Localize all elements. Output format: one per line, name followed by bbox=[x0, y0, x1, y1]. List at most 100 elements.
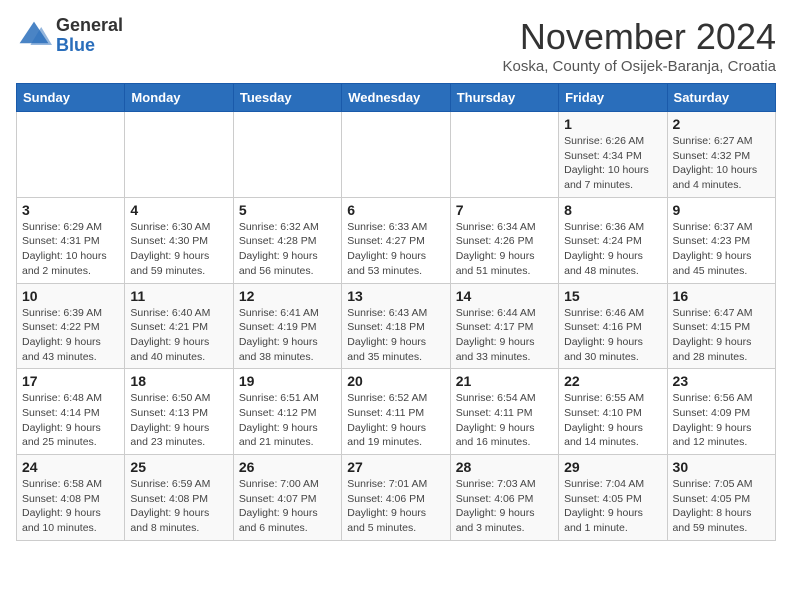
day-header-tuesday: Tuesday bbox=[233, 84, 341, 112]
day-info: Sunrise: 6:47 AM Sunset: 4:15 PM Dayligh… bbox=[673, 306, 770, 365]
day-number: 11 bbox=[130, 288, 227, 304]
calendar-table: SundayMondayTuesdayWednesdayThursdayFrid… bbox=[16, 83, 776, 541]
day-number: 25 bbox=[130, 459, 227, 475]
calendar-cell: 26 Sunrise: 7:00 AM Sunset: 4:07 PM Dayli… bbox=[233, 455, 341, 541]
day-header-friday: Friday bbox=[559, 84, 667, 112]
calendar-cell: 18 Sunrise: 6:50 AM Sunset: 4:13 PM Dayli… bbox=[125, 369, 233, 455]
day-info: Sunrise: 6:55 AM Sunset: 4:10 PM Dayligh… bbox=[564, 391, 661, 450]
title-area: November 2024 Koska, County of Osijek-Ba… bbox=[503, 16, 776, 75]
calendar-cell: 4Sunrise: 6:30 AM Sunset: 4:30 PM Daylig… bbox=[125, 197, 233, 283]
subtitle: Koska, County of Osijek-Baranja, Croatia bbox=[503, 58, 776, 75]
day-info: Sunrise: 6:33 AM Sunset: 4:27 PM Dayligh… bbox=[347, 220, 444, 279]
day-number: 3 bbox=[22, 202, 119, 218]
day-info: Sunrise: 6:34 AM Sunset: 4:26 PM Dayligh… bbox=[456, 220, 553, 279]
calendar-cell: 12 Sunrise: 6:41 AM Sunset: 4:19 PM Dayli… bbox=[233, 283, 341, 369]
day-number: 29 bbox=[564, 459, 661, 475]
day-info: Sunrise: 6:56 AM Sunset: 4:09 PM Dayligh… bbox=[673, 391, 770, 450]
calendar-week-1: 3 Sunrise: 6:29 AM Sunset: 4:31 PM Daylig… bbox=[17, 197, 776, 283]
day-info: Sunrise: 7:03 AM Sunset: 4:06 PM Dayligh… bbox=[456, 477, 553, 536]
day-number: 24 bbox=[22, 459, 119, 475]
day-info: Sunrise: 6:50 AM Sunset: 4:13 PM Dayligh… bbox=[130, 391, 227, 450]
day-number: 23 bbox=[673, 373, 770, 389]
calendar-cell: 17 Sunrise: 6:48 AM Sunset: 4:14 PM Dayli… bbox=[17, 369, 125, 455]
day-info: Sunrise: 6:59 AM Sunset: 4:08 PM Dayligh… bbox=[130, 477, 227, 536]
calendar-cell bbox=[450, 112, 558, 198]
calendar-cell: 22 Sunrise: 6:55 AM Sunset: 4:10 PM Dayli… bbox=[559, 369, 667, 455]
calendar-cell: 10 Sunrise: 6:39 AM Sunset: 4:22 PM Dayli… bbox=[17, 283, 125, 369]
day-header-saturday: Saturday bbox=[667, 84, 775, 112]
day-info: Sunrise: 6:51 AM Sunset: 4:12 PM Dayligh… bbox=[239, 391, 336, 450]
day-info: Sunrise: 7:01 AM Sunset: 4:06 PM Dayligh… bbox=[347, 477, 444, 536]
calendar-cell: 13Sunrise: 6:43 AM Sunset: 4:18 PM Dayli… bbox=[342, 283, 450, 369]
calendar-cell: 27 Sunrise: 7:01 AM Sunset: 4:06 PM Dayli… bbox=[342, 455, 450, 541]
day-number: 18 bbox=[130, 373, 227, 389]
day-number: 5 bbox=[239, 202, 336, 218]
day-number: 1 bbox=[564, 116, 661, 132]
day-number: 21 bbox=[456, 373, 553, 389]
calendar-cell: 11Sunrise: 6:40 AM Sunset: 4:21 PM Dayli… bbox=[125, 283, 233, 369]
day-number: 16 bbox=[673, 288, 770, 304]
day-info: Sunrise: 6:44 AM Sunset: 4:17 PM Dayligh… bbox=[456, 306, 553, 365]
day-header-monday: Monday bbox=[125, 84, 233, 112]
day-info: Sunrise: 6:54 AM Sunset: 4:11 PM Dayligh… bbox=[456, 391, 553, 450]
day-number: 17 bbox=[22, 373, 119, 389]
day-number: 12 bbox=[239, 288, 336, 304]
day-number: 30 bbox=[673, 459, 770, 475]
day-info: Sunrise: 7:00 AM Sunset: 4:07 PM Dayligh… bbox=[239, 477, 336, 536]
calendar-cell: 24 Sunrise: 6:58 AM Sunset: 4:08 PM Dayli… bbox=[17, 455, 125, 541]
calendar-cell: 6 Sunrise: 6:33 AM Sunset: 4:27 PM Daylig… bbox=[342, 197, 450, 283]
day-info: Sunrise: 6:29 AM Sunset: 4:31 PM Dayligh… bbox=[22, 220, 119, 279]
day-info: Sunrise: 6:52 AM Sunset: 4:11 PM Dayligh… bbox=[347, 391, 444, 450]
day-info: Sunrise: 6:58 AM Sunset: 4:08 PM Dayligh… bbox=[22, 477, 119, 536]
day-info: Sunrise: 6:32 AM Sunset: 4:28 PM Dayligh… bbox=[239, 220, 336, 279]
day-info: Sunrise: 7:05 AM Sunset: 4:05 PM Dayligh… bbox=[673, 477, 770, 536]
day-info: Sunrise: 6:46 AM Sunset: 4:16 PM Dayligh… bbox=[564, 306, 661, 365]
day-number: 8 bbox=[564, 202, 661, 218]
day-number: 13 bbox=[347, 288, 444, 304]
calendar-cell: 25 Sunrise: 6:59 AM Sunset: 4:08 PM Dayli… bbox=[125, 455, 233, 541]
day-info: Sunrise: 6:39 AM Sunset: 4:22 PM Dayligh… bbox=[22, 306, 119, 365]
day-number: 26 bbox=[239, 459, 336, 475]
calendar-cell: 21 Sunrise: 6:54 AM Sunset: 4:11 PM Dayli… bbox=[450, 369, 558, 455]
calendar-cell: 8 Sunrise: 6:36 AM Sunset: 4:24 PM Daylig… bbox=[559, 197, 667, 283]
day-header-sunday: Sunday bbox=[17, 84, 125, 112]
day-info: Sunrise: 7:04 AM Sunset: 4:05 PM Dayligh… bbox=[564, 477, 661, 536]
calendar-cell: 28 Sunrise: 7:03 AM Sunset: 4:06 PM Dayli… bbox=[450, 455, 558, 541]
calendar-cell: 7 Sunrise: 6:34 AM Sunset: 4:26 PM Daylig… bbox=[450, 197, 558, 283]
day-number: 2 bbox=[673, 116, 770, 132]
day-number: 4 bbox=[130, 202, 227, 218]
header: General Blue November 2024 Koska, County… bbox=[16, 16, 776, 75]
month-title: November 2024 bbox=[503, 16, 776, 58]
day-info: Sunrise: 6:37 AM Sunset: 4:23 PM Dayligh… bbox=[673, 220, 770, 279]
calendar-cell: 19Sunrise: 6:51 AM Sunset: 4:12 PM Dayli… bbox=[233, 369, 341, 455]
calendar-cell: 16 Sunrise: 6:47 AM Sunset: 4:15 PM Dayli… bbox=[667, 283, 775, 369]
day-info: Sunrise: 6:36 AM Sunset: 4:24 PM Dayligh… bbox=[564, 220, 661, 279]
calendar-week-4: 24 Sunrise: 6:58 AM Sunset: 4:08 PM Dayli… bbox=[17, 455, 776, 541]
calendar-cell: 9 Sunrise: 6:37 AM Sunset: 4:23 PM Daylig… bbox=[667, 197, 775, 283]
day-info: Sunrise: 6:48 AM Sunset: 4:14 PM Dayligh… bbox=[22, 391, 119, 450]
calendar-cell bbox=[233, 112, 341, 198]
calendar-week-0: 1Sunrise: 6:26 AM Sunset: 4:34 PM Daylig… bbox=[17, 112, 776, 198]
day-header-wednesday: Wednesday bbox=[342, 84, 450, 112]
calendar-cell: 29 Sunrise: 7:04 AM Sunset: 4:05 PM Dayli… bbox=[559, 455, 667, 541]
calendar-cell bbox=[17, 112, 125, 198]
calendar-cell: 2Sunrise: 6:27 AM Sunset: 4:32 PM Daylig… bbox=[667, 112, 775, 198]
day-number: 7 bbox=[456, 202, 553, 218]
calendar-cell: 1Sunrise: 6:26 AM Sunset: 4:34 PM Daylig… bbox=[559, 112, 667, 198]
day-number: 28 bbox=[456, 459, 553, 475]
day-info: Sunrise: 6:41 AM Sunset: 4:19 PM Dayligh… bbox=[239, 306, 336, 365]
logo-text: General Blue bbox=[56, 16, 123, 56]
day-number: 22 bbox=[564, 373, 661, 389]
days-header-row: SundayMondayTuesdayWednesdayThursdayFrid… bbox=[17, 84, 776, 112]
day-number: 27 bbox=[347, 459, 444, 475]
day-number: 6 bbox=[347, 202, 444, 218]
logo: General Blue bbox=[16, 16, 123, 56]
calendar-cell: 14Sunrise: 6:44 AM Sunset: 4:17 PM Dayli… bbox=[450, 283, 558, 369]
logo-blue: Blue bbox=[56, 36, 123, 56]
day-number: 9 bbox=[673, 202, 770, 218]
logo-general: General bbox=[56, 16, 123, 36]
calendar-week-3: 17 Sunrise: 6:48 AM Sunset: 4:14 PM Dayli… bbox=[17, 369, 776, 455]
day-number: 10 bbox=[22, 288, 119, 304]
calendar-cell: 3 Sunrise: 6:29 AM Sunset: 4:31 PM Daylig… bbox=[17, 197, 125, 283]
day-header-thursday: Thursday bbox=[450, 84, 558, 112]
